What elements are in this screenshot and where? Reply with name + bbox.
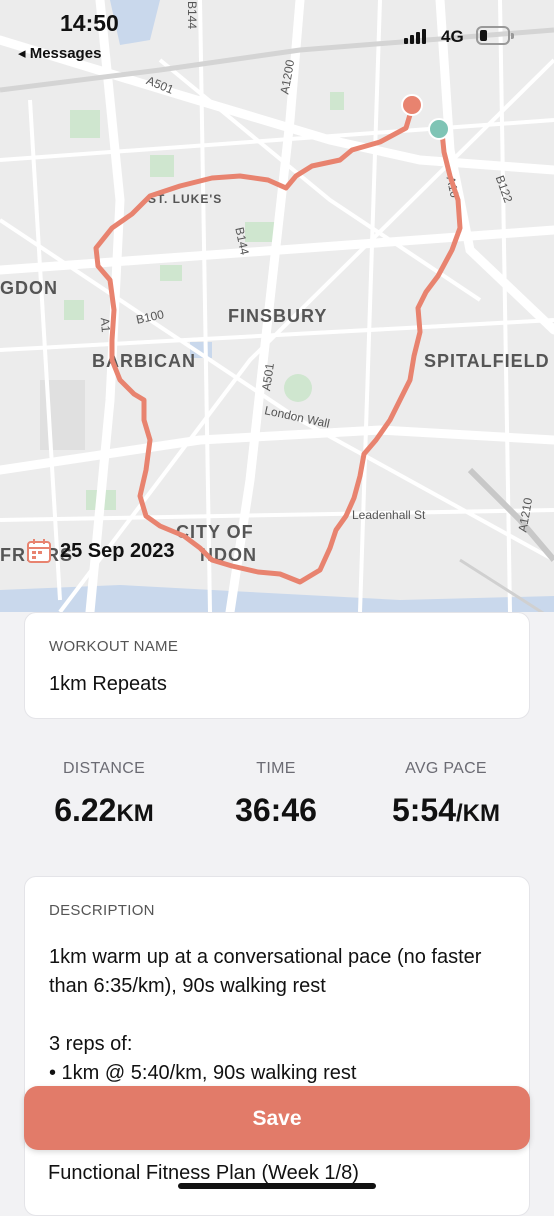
pace-label: AVG PACE bbox=[405, 760, 487, 777]
home-indicator[interactable] bbox=[178, 1183, 376, 1189]
workout-name-label: WORKOUT NAME bbox=[49, 638, 179, 655]
distance-unit: KM bbox=[116, 800, 154, 827]
distance-stat: DISTANCE 6.22KM bbox=[4, 760, 204, 829]
route-overlay bbox=[93, 94, 463, 585]
workout-date-text: 25 Sep 2023 bbox=[60, 539, 175, 562]
pace-stat: AVG PACE 5:54/KM bbox=[346, 760, 546, 829]
back-to-messages-link[interactable]: ◂ Messages bbox=[18, 44, 101, 62]
status-time: 14:50 bbox=[60, 10, 119, 36]
description-line: 3 reps of: bbox=[49, 1033, 133, 1055]
route-start-marker bbox=[401, 94, 423, 116]
description-label: DESCRIPTION bbox=[49, 902, 155, 919]
calendar-icon bbox=[27, 539, 51, 563]
pace-value: 5:54 bbox=[391, 792, 457, 828]
description-field[interactable]: 1km warm up at a conversational pace (no… bbox=[49, 943, 509, 1088]
pace-unit: /KM bbox=[456, 800, 501, 827]
signal-strength-icon bbox=[404, 28, 426, 44]
distance-value: 6.22 bbox=[54, 792, 117, 828]
description-line: 1km warm up at a conversational pace (no… bbox=[49, 946, 482, 997]
route-map[interactable]: ST. LUKE'S FINSBURY BARBICAN SPITALFIELD… bbox=[0, 0, 554, 612]
network-type: 4G bbox=[441, 27, 464, 46]
battery-icon bbox=[476, 26, 514, 45]
training-plan-text: Functional Fitness Plan (Week 1/8) bbox=[48, 1162, 359, 1184]
route-path bbox=[93, 105, 463, 585]
distance-label: DISTANCE bbox=[62, 760, 146, 777]
description-line: • 1km @ 5:40/km, 90s walking rest bbox=[49, 1062, 357, 1084]
workout-stats: DISTANCE 6.22KM TIME 36:46 AVG PACE 5:54… bbox=[0, 760, 554, 840]
time-value: 36:46 bbox=[235, 792, 317, 828]
save-button[interactable]: Save bbox=[24, 1086, 530, 1150]
workout-name-field[interactable]: 1km Repeats bbox=[49, 673, 167, 696]
route-end-marker bbox=[428, 118, 450, 140]
status-bar: 14:50 ◂ Messages 4G bbox=[0, 0, 554, 66]
workout-name-card[interactable]: WORKOUT NAME 1km Repeats bbox=[24, 612, 530, 719]
workout-date: 25 Sep 2023 bbox=[26, 538, 175, 564]
